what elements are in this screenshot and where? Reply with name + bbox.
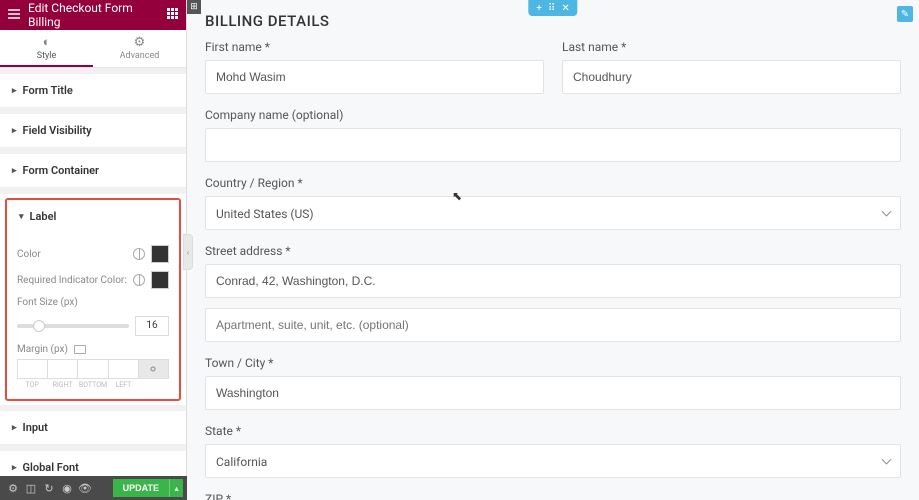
- city-label: Town / City *: [205, 356, 901, 370]
- history-icon[interactable]: ↻: [40, 482, 58, 495]
- chevron-right-icon: ▸: [12, 126, 17, 136]
- section-form-title[interactable]: ▸Form Title: [0, 74, 186, 108]
- edit-widget-icon[interactable]: ✎: [897, 6, 913, 22]
- globe-icon[interactable]: [133, 274, 145, 286]
- preview-area: ⊞ + ⠿ ✕ ✎ BILLING DETAILS First name * L…: [187, 0, 919, 500]
- margin-inputs: [17, 359, 169, 379]
- update-dropdown[interactable]: ▴: [169, 479, 183, 497]
- control-margin: Margin (px): [17, 344, 169, 355]
- sidebar-header: Edit Checkout Form Billing: [0, 0, 186, 30]
- sections-list: ▸Form Title ▸Field Visibility ▸Form Cont…: [0, 68, 186, 476]
- globe-icon[interactable]: [133, 248, 145, 260]
- country-label: Country / Region *: [205, 176, 901, 190]
- billing-form: First name * Last name * Company name (o…: [187, 40, 919, 500]
- navigator-icon[interactable]: ◫: [22, 482, 40, 495]
- panel-title: Edit Checkout Form Billing: [28, 1, 167, 29]
- bottom-toolbar: ⚙ ◫ ↻ ◉ 👁 UPDATE ▴: [0, 476, 187, 500]
- slider-thumb[interactable]: [33, 320, 45, 332]
- add-icon[interactable]: +: [536, 3, 542, 14]
- first-name-label: First name *: [205, 40, 544, 54]
- font-size-slider[interactable]: [17, 324, 129, 328]
- field-zip: ZIP *: [205, 492, 901, 500]
- company-input[interactable]: [205, 128, 901, 162]
- control-font-size: Font Size (px): [17, 297, 169, 308]
- control-color: Color: [17, 245, 169, 263]
- margin-top-input[interactable]: [17, 359, 47, 379]
- section-label-header[interactable]: ▾Label: [7, 200, 179, 233]
- editor-sidebar: Edit Checkout Form Billing ◐ Style ⚙ Adv…: [0, 0, 187, 500]
- required-color-label: Required Indicator Color:: [17, 275, 133, 286]
- section-label-expanded: ▾Label Color Required Indicator Color: F…: [5, 198, 181, 401]
- section-global-font[interactable]: ▸Global Font: [0, 451, 186, 476]
- tab-advanced[interactable]: ⚙ Advanced: [93, 30, 186, 67]
- first-name-input[interactable]: [205, 60, 544, 94]
- hamburger-icon[interactable]: [8, 8, 20, 22]
- preview-icon[interactable]: 👁: [76, 482, 94, 495]
- settings-icon[interactable]: ⚙: [4, 482, 22, 495]
- field-company: Company name (optional): [205, 108, 901, 162]
- chevron-right-icon: ▸: [12, 463, 17, 473]
- margin-link-toggle[interactable]: [138, 359, 169, 379]
- font-size-slider-row: 16: [17, 316, 169, 336]
- gear-icon: ⚙: [134, 35, 146, 50]
- field-country: Country / Region * United States (US): [205, 176, 901, 230]
- section-field-visibility[interactable]: ▸Field Visibility: [0, 114, 186, 148]
- close-icon[interactable]: ✕: [561, 3, 569, 14]
- street-input-1[interactable]: [205, 264, 901, 298]
- company-label: Company name (optional): [205, 108, 901, 122]
- state-select[interactable]: California: [205, 444, 901, 478]
- color-swatch[interactable]: [151, 245, 169, 263]
- control-required-color: Required Indicator Color:: [17, 271, 169, 289]
- margin-right-input[interactable]: [47, 359, 77, 379]
- field-last-name: Last name *: [562, 40, 901, 94]
- last-name-label: Last name *: [562, 40, 901, 54]
- section-grid-icon[interactable]: ⊞: [187, 0, 201, 14]
- font-size-label: Font Size (px): [17, 297, 169, 308]
- margin-label: Margin (px): [17, 344, 68, 355]
- required-color-swatch[interactable]: [151, 271, 169, 289]
- desktop-icon[interactable]: [74, 345, 86, 354]
- apps-icon[interactable]: [167, 8, 178, 22]
- color-label: Color: [17, 249, 133, 260]
- state-label: State *: [205, 424, 901, 438]
- tab-advanced-label: Advanced: [120, 51, 160, 61]
- half-circle-icon: ◐: [43, 34, 51, 50]
- field-city: Town / City *: [205, 356, 901, 410]
- street-input-2[interactable]: [205, 308, 901, 342]
- margin-side-labels: TOP RIGHT BOTTOM LEFT: [17, 381, 169, 389]
- street-label: Street address *: [205, 244, 901, 258]
- field-first-name: First name *: [205, 40, 544, 94]
- last-name-input[interactable]: [562, 60, 901, 94]
- margin-bottom-input[interactable]: [77, 359, 107, 379]
- chevron-right-icon: ▸: [12, 86, 17, 96]
- field-state: State * California: [205, 424, 901, 478]
- section-form-container[interactable]: ▸Form Container: [0, 154, 186, 188]
- margin-left-input[interactable]: [108, 359, 138, 379]
- update-button[interactable]: UPDATE: [113, 479, 169, 497]
- tab-style[interactable]: ◐ Style: [0, 30, 93, 67]
- drag-handle-icon[interactable]: ⠿: [548, 3, 555, 14]
- element-toolbar: + ⠿ ✕: [528, 0, 577, 16]
- chevron-right-icon: ▸: [12, 423, 17, 433]
- tab-style-label: Style: [37, 51, 57, 61]
- country-select[interactable]: United States (US): [205, 196, 901, 230]
- chevron-right-icon: ▸: [12, 166, 17, 176]
- link-icon: [148, 364, 158, 374]
- sidebar-collapse-handle[interactable]: ‹: [183, 234, 193, 270]
- chevron-down-icon: ▾: [19, 212, 24, 222]
- city-input[interactable]: [205, 376, 901, 410]
- field-street: Street address *: [205, 244, 901, 342]
- tabs: ◐ Style ⚙ Advanced: [0, 30, 186, 68]
- font-size-value[interactable]: 16: [135, 316, 169, 336]
- responsive-icon[interactable]: ◉: [58, 482, 76, 495]
- zip-label: ZIP *: [205, 492, 901, 500]
- section-input[interactable]: ▸Input: [0, 411, 186, 445]
